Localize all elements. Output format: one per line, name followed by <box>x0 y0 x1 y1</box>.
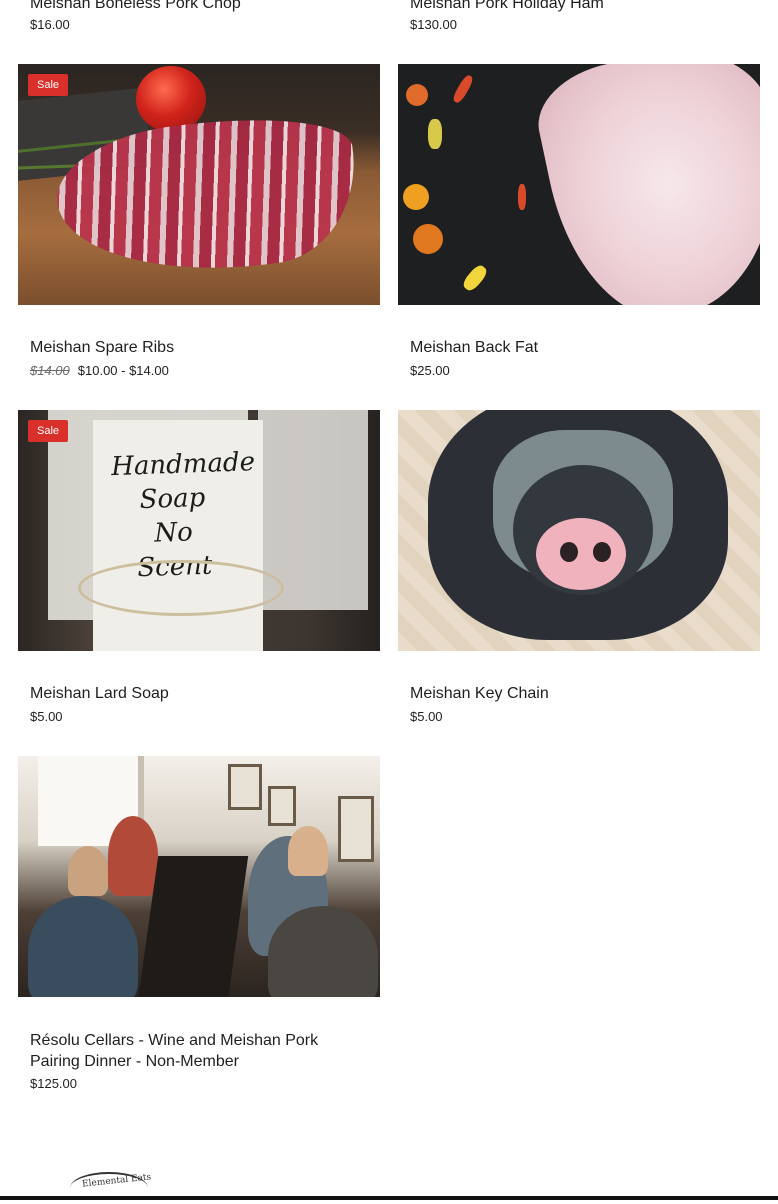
product-title[interactable]: Meishan Key Chain <box>410 683 549 704</box>
product-image[interactable]: Sale <box>18 64 380 305</box>
product-title[interactable]: Meishan Spare Ribs <box>30 337 174 358</box>
product-title[interactable]: Meishan Pork Holiday Ham <box>410 0 604 14</box>
soap-label-line: Soap <box>139 482 206 516</box>
sale-price: $10.00 - $14.00 <box>77 363 169 378</box>
product-title[interactable]: Meishan Back Fat <box>410 337 538 358</box>
product-title[interactable]: Meishan Boneless Pork Chop <box>30 0 241 14</box>
original-price: $14.00 <box>30 363 70 378</box>
product-image[interactable] <box>398 64 760 305</box>
sale-badge: Sale <box>28 74 69 96</box>
product-price: $14.00 $10.00 - $14.00 <box>30 363 169 379</box>
product-price: $125.00 <box>30 1076 77 1091</box>
product-title[interactable]: Résolu Cellars - Wine and Meishan Pork P… <box>30 1030 350 1072</box>
footer-divider <box>0 1196 778 1200</box>
product-price: $130.00 <box>410 17 457 32</box>
product-price: $5.00 <box>410 709 443 724</box>
product-title[interactable]: Meishan Lard Soap <box>30 683 169 704</box>
soap-label-line: Handmade <box>110 447 256 483</box>
product-image[interactable] <box>398 410 760 651</box>
product-image[interactable] <box>18 756 380 997</box>
product-price: $16.00 <box>30 17 70 32</box>
product-image[interactable]: Handmade Soap No Scent Sale <box>18 410 380 651</box>
product-price: $5.00 <box>30 709 63 724</box>
sale-badge: Sale <box>28 420 69 442</box>
product-price: $25.00 <box>410 363 450 378</box>
